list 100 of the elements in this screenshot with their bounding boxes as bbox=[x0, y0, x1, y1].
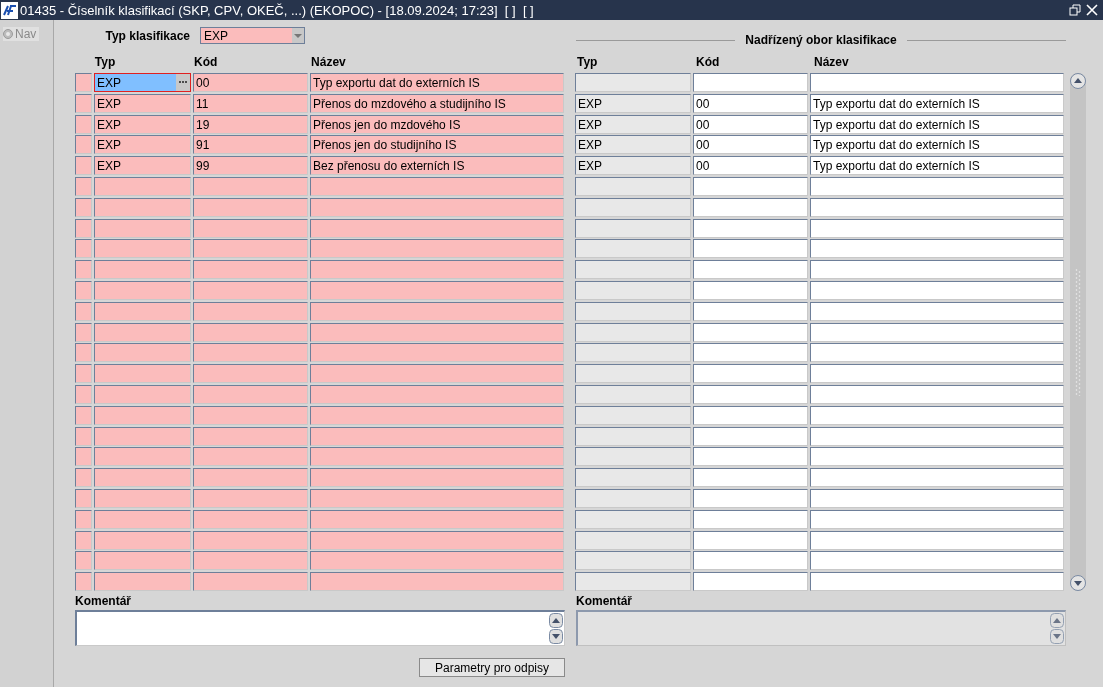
table-cell[interactable]: 00 bbox=[693, 114, 808, 134]
table-cell[interactable] bbox=[94, 197, 191, 217]
caret-icon[interactable] bbox=[292, 28, 304, 43]
table-cell[interactable] bbox=[94, 343, 191, 363]
table-cell[interactable] bbox=[94, 301, 191, 321]
table-cell[interactable] bbox=[693, 197, 808, 217]
table-cell[interactable] bbox=[94, 260, 191, 280]
table-cell[interactable] bbox=[310, 468, 564, 488]
table-cell[interactable] bbox=[810, 447, 1064, 467]
table-cell[interactable] bbox=[810, 177, 1064, 196]
table-cell[interactable] bbox=[193, 384, 308, 404]
table-cell[interactable]: 00 bbox=[693, 135, 808, 155]
table-cell[interactable] bbox=[310, 488, 564, 508]
table-cell[interactable]: EXP bbox=[94, 156, 191, 176]
scroll-down-icon[interactable] bbox=[1070, 575, 1086, 592]
table-cell[interactable] bbox=[810, 260, 1064, 280]
parameters-button[interactable]: Parametry pro odpisy bbox=[419, 658, 565, 678]
table-cell[interactable] bbox=[810, 405, 1064, 425]
table-cell[interactable] bbox=[693, 73, 808, 92]
table-cell[interactable] bbox=[693, 260, 808, 280]
table-cell[interactable] bbox=[94, 509, 191, 529]
table-cell[interactable] bbox=[193, 468, 308, 488]
table-cell[interactable] bbox=[94, 384, 191, 404]
table-cell[interactable] bbox=[310, 177, 564, 196]
table-cell[interactable] bbox=[310, 280, 564, 300]
row-marker[interactable] bbox=[75, 280, 92, 300]
row-marker[interactable] bbox=[75, 447, 92, 467]
scroll-up-icon[interactable] bbox=[549, 613, 563, 629]
table-cell[interactable] bbox=[94, 447, 191, 467]
table-cell[interactable] bbox=[193, 239, 308, 259]
table-cell[interactable] bbox=[810, 322, 1064, 342]
row-marker[interactable] bbox=[75, 530, 92, 550]
table-cell[interactable] bbox=[94, 177, 191, 196]
table-cell[interactable] bbox=[310, 530, 564, 550]
row-marker[interactable] bbox=[75, 364, 92, 384]
table-cell[interactable]: 99 bbox=[193, 156, 308, 176]
row-marker[interactable] bbox=[75, 468, 92, 488]
table-cell[interactable] bbox=[693, 426, 808, 446]
table-cell[interactable]: 91 bbox=[193, 135, 308, 155]
row-marker[interactable] bbox=[75, 343, 92, 363]
table-cell[interactable] bbox=[810, 384, 1064, 404]
table-cell[interactable] bbox=[693, 322, 808, 342]
table-cell[interactable] bbox=[810, 426, 1064, 446]
table-cell[interactable] bbox=[693, 239, 808, 259]
table-cell[interactable]: EXP bbox=[94, 73, 191, 92]
table-cell[interactable] bbox=[693, 280, 808, 300]
table-cell[interactable] bbox=[94, 468, 191, 488]
table-cell[interactable] bbox=[693, 301, 808, 321]
table-cell[interactable]: Přenos jen do mzdového IS bbox=[310, 114, 564, 134]
table-cell[interactable] bbox=[693, 468, 808, 488]
table-cell[interactable] bbox=[693, 177, 808, 196]
table-cell[interactable] bbox=[810, 551, 1064, 571]
table-cell[interactable]: EXP bbox=[94, 114, 191, 134]
scrollbar[interactable] bbox=[1070, 73, 1086, 592]
table-cell[interactable]: EXP bbox=[94, 135, 191, 155]
table-cell[interactable] bbox=[310, 322, 564, 342]
table-cell[interactable] bbox=[193, 301, 308, 321]
row-marker[interactable] bbox=[75, 384, 92, 404]
table-cell[interactable]: 00 bbox=[693, 93, 808, 113]
table-cell[interactable] bbox=[193, 405, 308, 425]
table-cell[interactable] bbox=[193, 177, 308, 196]
table-cell[interactable] bbox=[810, 218, 1064, 238]
restore-icon[interactable] bbox=[1069, 4, 1081, 16]
table-cell[interactable]: Typ exportu dat do externích IS bbox=[810, 93, 1064, 113]
table-cell[interactable] bbox=[94, 218, 191, 238]
row-marker[interactable] bbox=[75, 551, 92, 571]
table-cell[interactable]: EXP bbox=[94, 93, 191, 113]
table-cell[interactable]: 00 bbox=[693, 156, 808, 176]
row-marker[interactable] bbox=[75, 426, 92, 446]
table-cell[interactable]: Typ exportu dat do externích IS bbox=[810, 156, 1064, 176]
table-cell[interactable] bbox=[310, 509, 564, 529]
table-cell[interactable]: Bez přenosu do externích IS bbox=[310, 156, 564, 176]
table-cell[interactable] bbox=[693, 530, 808, 550]
row-marker[interactable] bbox=[75, 572, 92, 592]
table-cell[interactable] bbox=[94, 239, 191, 259]
table-cell[interactable] bbox=[94, 280, 191, 300]
table-cell[interactable] bbox=[94, 572, 191, 592]
table-cell[interactable]: Typ exportu dat do externích IS bbox=[310, 73, 564, 92]
table-cell[interactable] bbox=[94, 405, 191, 425]
table-cell[interactable]: Přenos jen do studijního IS bbox=[310, 135, 564, 155]
row-marker[interactable] bbox=[75, 114, 92, 134]
table-cell[interactable] bbox=[693, 509, 808, 529]
table-cell[interactable] bbox=[810, 364, 1064, 384]
table-cell[interactable] bbox=[193, 509, 308, 529]
table-cell[interactable] bbox=[810, 468, 1064, 488]
table-cell[interactable] bbox=[810, 572, 1064, 592]
table-cell[interactable]: Typ exportu dat do externích IS bbox=[810, 135, 1064, 155]
table-cell[interactable] bbox=[193, 530, 308, 550]
table-cell[interactable] bbox=[310, 197, 564, 217]
table-cell[interactable] bbox=[94, 488, 191, 508]
table-cell[interactable] bbox=[693, 488, 808, 508]
table-cell[interactable] bbox=[94, 322, 191, 342]
table-cell[interactable]: Přenos do mzdového a studijního IS bbox=[310, 93, 564, 113]
table-cell[interactable] bbox=[693, 405, 808, 425]
table-cell[interactable]: 19 bbox=[193, 114, 308, 134]
table-cell[interactable] bbox=[693, 551, 808, 571]
table-cell[interactable] bbox=[94, 551, 191, 571]
table-cell[interactable] bbox=[94, 364, 191, 384]
grip-icon[interactable] bbox=[1075, 268, 1081, 397]
table-cell[interactable] bbox=[310, 384, 564, 404]
